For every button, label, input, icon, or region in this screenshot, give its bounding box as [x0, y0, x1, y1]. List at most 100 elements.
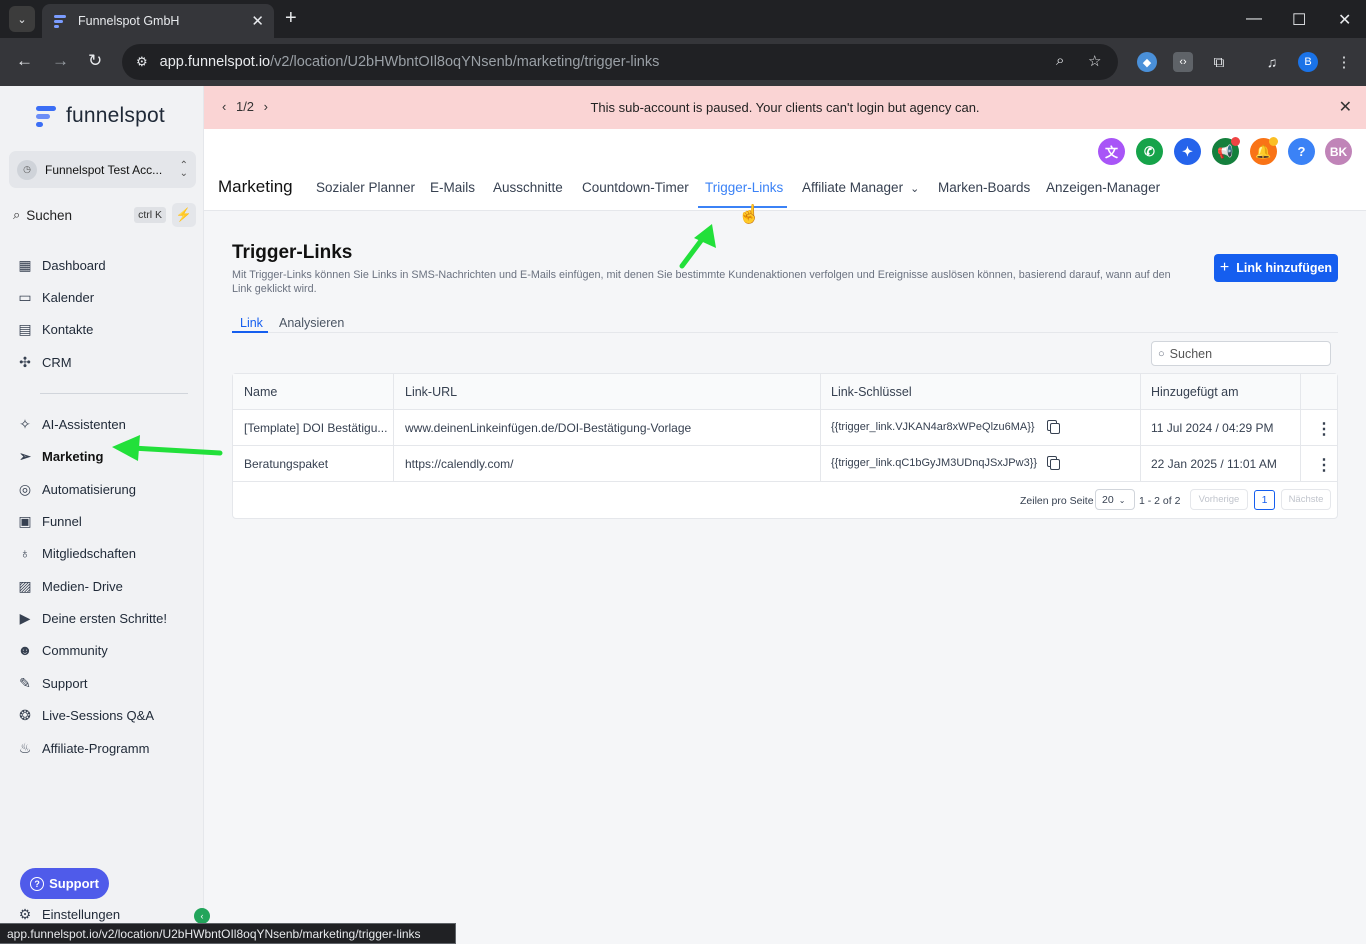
- sidebar-item-live-sessions[interactable]: ❂ Live-Sessions Q&A: [16, 704, 154, 726]
- subtab-link[interactable]: Link: [240, 316, 263, 330]
- tab-countdown-timer[interactable]: Countdown-Timer: [582, 180, 689, 195]
- account-switcher[interactable]: ◷ Funnelspot Test Acc... ⌃ ⌄: [9, 151, 196, 188]
- sidebar-item-kontakte[interactable]: ▤ Kontakte: [16, 318, 93, 340]
- calendar-icon: ▭: [18, 288, 32, 305]
- sidebar-item-automatisierung[interactable]: ◎ Automatisierung: [16, 478, 136, 500]
- close-banner-icon[interactable]: ✕: [1339, 97, 1352, 117]
- account-name: Funnelspot Test Acc...: [45, 162, 163, 177]
- tab-affiliate-manager[interactable]: Affiliate Manager ⌄: [802, 180, 919, 195]
- cell-url: www.deinenLinkeinfügen.de/DOI-Bestätigun…: [405, 421, 692, 435]
- reload-icon[interactable]: ↻: [88, 51, 102, 71]
- pagination-range: 1 - 2 of 2: [1139, 495, 1181, 507]
- cell-name[interactable]: [Template] DOI Bestätigu...: [244, 421, 387, 435]
- support-button[interactable]: ? Support: [20, 868, 109, 899]
- close-window-icon[interactable]: ✕: [1338, 10, 1351, 30]
- phone-icon[interactable]: ✆: [1136, 138, 1163, 165]
- copy-icon[interactable]: [1047, 456, 1060, 470]
- browser-tabbar: ⌄ Funnelspot GmbH ✕ + — ☐ ✕: [0, 0, 1366, 38]
- cell-name[interactable]: Beratungspaket: [244, 457, 328, 471]
- sidebar-item-medien-drive[interactable]: ▨ Medien- Drive: [16, 575, 123, 597]
- next-page-button[interactable]: Nächste: [1281, 489, 1331, 510]
- add-link-button[interactable]: + Link hinzufügen: [1214, 254, 1338, 282]
- maximize-icon[interactable]: ☐: [1292, 10, 1306, 30]
- chevron-right-icon[interactable]: ›: [264, 99, 268, 114]
- annotation-arrow-up: [679, 224, 716, 269]
- search-icon: ○: [1158, 347, 1165, 360]
- trigger-links-table: Name Link-URL Link-Schlüssel Hinzugefügt…: [232, 373, 1338, 519]
- table-search[interactable]: ○: [1151, 341, 1331, 366]
- forward-icon[interactable]: →: [52, 51, 69, 71]
- tab-search-button[interactable]: ⌄: [9, 6, 35, 32]
- address-bar[interactable]: ⚙ app.funnelspot.io/v2/location/U2bHWbnt…: [122, 44, 1118, 80]
- sidebar-item-ai-assistenten[interactable]: ✧ AI-Assistenten: [16, 413, 126, 435]
- table-header: Name Link-URL Link-Schlüssel Hinzugefügt…: [233, 374, 1337, 410]
- close-tab-icon[interactable]: ✕: [251, 12, 264, 30]
- sidebar-item-einstellungen[interactable]: ⚙ Einstellungen: [16, 903, 120, 925]
- rows-per-page-select[interactable]: 20 ⌄: [1095, 489, 1135, 510]
- sidebar-item-support[interactable]: ✎ Support: [16, 672, 87, 694]
- row-menu-icon[interactable]: ⋮: [1316, 455, 1332, 475]
- annotation-arrow-left: [112, 435, 223, 461]
- sidebar: funnelspot ◷ Funnelspot Test Acc... ⌃ ⌄ ⌕…: [0, 86, 210, 944]
- tab-sozialer-planner[interactable]: Sozialer Planner: [316, 180, 415, 195]
- tab-marken-boards[interactable]: Marken-Boards: [938, 180, 1030, 195]
- megaphone-icon[interactable]: 📢: [1212, 137, 1240, 165]
- table-row[interactable]: Beratungspaket https://calendly.com/ {{t…: [233, 446, 1337, 482]
- row-menu-icon[interactable]: ⋮: [1316, 419, 1332, 439]
- sidebar-item-marketing[interactable]: ➢ Marketing: [16, 445, 103, 467]
- tab-anzeigen-manager[interactable]: Anzeigen-Manager: [1046, 180, 1160, 195]
- table-search-input[interactable]: [1169, 346, 1320, 361]
- code-extension-icon[interactable]: ‹›: [1173, 52, 1193, 72]
- tab-ausschnitte[interactable]: Ausschnitte: [493, 180, 563, 195]
- translate-icon[interactable]: 文: [1098, 138, 1125, 165]
- paused-banner: ‹ 1/2 › This sub-account is paused. Your…: [204, 86, 1366, 129]
- extension-icon[interactable]: ◆: [1137, 52, 1157, 72]
- image-icon: ▨: [18, 577, 32, 594]
- bell-icon[interactable]: 🔔: [1250, 137, 1278, 165]
- sidebar-item-dashboard[interactable]: ▦ Dashboard: [16, 254, 105, 276]
- tab-trigger-links[interactable]: Trigger-Links: [705, 180, 783, 195]
- bookmark-star-icon[interactable]: ☆: [1088, 52, 1101, 70]
- help-icon[interactable]: ?: [1288, 138, 1315, 165]
- user-avatar[interactable]: BK: [1325, 138, 1352, 165]
- sidebar-item-affiliate-programm[interactable]: ♨ Affiliate-Programm: [16, 737, 150, 759]
- subtab-analysieren[interactable]: Analysieren: [279, 316, 344, 330]
- help-circle-icon: ?: [30, 876, 45, 891]
- banner-message: This sub-account is paused. Your clients…: [590, 100, 980, 115]
- quick-actions-bolt-icon[interactable]: ⚡: [172, 203, 196, 227]
- back-icon[interactable]: ←: [16, 51, 33, 71]
- site-settings-icon[interactable]: ⚙: [136, 54, 148, 70]
- collapse-sidebar-icon[interactable]: ‹: [194, 908, 210, 924]
- funnelspot-logo[interactable]: funnelspot: [34, 104, 165, 128]
- sidebar-search[interactable]: ⌕ Suchen ctrl K: [9, 203, 166, 227]
- table-row[interactable]: [Template] DOI Bestätigu... www.deinenLi…: [233, 410, 1337, 446]
- sidebar-item-erste-schritte[interactable]: ▶ Deine ersten Schritte!: [16, 607, 167, 629]
- new-tab-button[interactable]: +: [285, 8, 297, 28]
- link-status-bar: app.funnelspot.io/v2/location/U2bHWbntOI…: [0, 923, 456, 944]
- zoom-icon[interactable]: ⌕: [1056, 52, 1064, 69]
- users-icon: ☻: [17, 642, 33, 658]
- minimize-icon[interactable]: —: [1246, 10, 1262, 28]
- puzzle-icon[interactable]: ⧉: [1209, 52, 1229, 72]
- browser-tab[interactable]: Funnelspot GmbH ✕: [42, 4, 274, 38]
- prev-page-button[interactable]: Vorherige: [1190, 489, 1248, 510]
- sidebar-item-funnel[interactable]: ▣ Funnel: [16, 510, 81, 532]
- page-description: Mit Trigger-Links können Sie Links in SM…: [232, 269, 1171, 295]
- menu-icon[interactable]: ⋮: [1334, 52, 1354, 72]
- sidebar-item-kalender[interactable]: ▭ Kalender: [16, 286, 94, 308]
- media-icon[interactable]: ♫: [1262, 52, 1282, 72]
- profile-avatar[interactable]: B: [1298, 52, 1318, 72]
- copy-icon[interactable]: [1047, 420, 1060, 434]
- sidebar-item-crm[interactable]: ✣ CRM: [16, 351, 71, 373]
- play-icon: ▶: [19, 609, 31, 626]
- chevron-left-icon[interactable]: ‹: [222, 99, 226, 114]
- module-title: Marketing: [218, 177, 293, 196]
- mouse-cursor-icon: ☝: [738, 204, 761, 224]
- page-1-button[interactable]: 1: [1254, 490, 1275, 510]
- sidebar-item-community[interactable]: ☻ Community: [16, 639, 108, 661]
- cell-added: 11 Jul 2024 / 04:29 PM: [1151, 421, 1274, 435]
- ai-sparkle-icon[interactable]: ✦: [1174, 138, 1201, 165]
- tab-e-mails[interactable]: E-Mails: [430, 180, 475, 195]
- sidebar-item-mitgliedschaften[interactable]: ♁ Mitgliedschaften: [16, 542, 136, 564]
- membership-icon: ♁: [19, 545, 31, 561]
